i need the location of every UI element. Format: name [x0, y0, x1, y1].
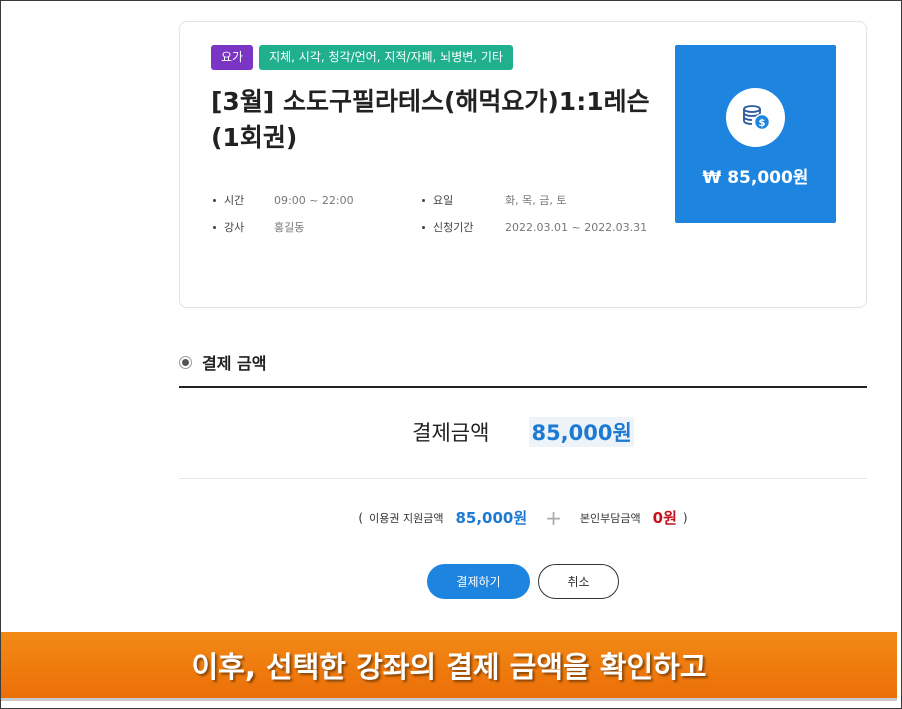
info-value: 화, 목, 금, 토: [505, 194, 567, 207]
row-divider: [179, 478, 867, 479]
info-label: 신청기간: [433, 221, 474, 234]
info-label: 강사: [224, 221, 245, 234]
info-instructor: 강사 홍길동: [213, 219, 304, 235]
total-amount-label: 결제금액: [412, 421, 490, 445]
course-title: [3월] 소도구필라테스(해먹요가)1:1레슨(1회권): [211, 87, 650, 152]
self-pay-value: 0원: [652, 509, 677, 527]
bullet: [422, 225, 425, 229]
info-period: 신청기간 2022.03.01 ~ 2022.03.31: [422, 219, 647, 235]
bullet: [213, 198, 216, 202]
self-pay-label: 본인부담금액: [579, 511, 641, 525]
plus-icon: +: [545, 505, 562, 530]
info-days: 요일 화, 목, 금, 토: [422, 192, 566, 208]
voucher-amount-value: 85,000원: [455, 509, 528, 527]
info-label: 시간: [224, 194, 245, 207]
course-card: 요가 지체, 시각, 청각/언어, 지적/자폐, 뇌병변, 기타 [3월] 소도…: [179, 21, 867, 308]
info-time: 시간 09:00 ~ 22:00: [213, 192, 354, 208]
voucher-amount-label: 이용권 지원금액: [369, 511, 444, 525]
badge-group: 요가 지체, 시각, 청각/언어, 지적/자폐, 뇌병변, 기타: [211, 45, 514, 70]
section-title: 결제 금액: [202, 354, 267, 373]
info-value: 홍길동: [274, 221, 305, 234]
info-value: 2022.03.01 ~ 2022.03.31: [505, 220, 648, 234]
close-paren: ): [682, 510, 688, 525]
bullet: [213, 225, 216, 229]
open-paren: (: [358, 510, 364, 525]
cancel-button[interactable]: 취소: [538, 564, 619, 599]
amount-breakdown: ( 이용권 지원금액 85,000원 + 본인부담금액 0원 ): [179, 507, 867, 528]
category-badge-yoga: 요가: [211, 45, 254, 70]
total-amount-row: 결제금액 85,000원: [179, 417, 867, 447]
info-value: 09:00 ~ 22:00: [274, 193, 354, 207]
radio-bullet-icon: [179, 355, 192, 369]
course-price: ₩ 85,000원: [702, 168, 809, 188]
subtitle-caption: 이후, 선택한 강좌의 결제 금액을 확인하고: [1, 632, 897, 701]
price-box: $ ₩ 85,000원: [675, 45, 836, 223]
bullet: [422, 198, 425, 202]
coins-icon: $: [726, 88, 785, 147]
disability-type-badge: 지체, 시각, 청각/언어, 지적/자폐, 뇌병변, 기타: [259, 45, 514, 70]
svg-text:$: $: [759, 118, 766, 129]
payment-section-header: 결제 금액: [179, 350, 266, 374]
pay-button[interactable]: 결제하기: [427, 564, 530, 599]
section-divider: [179, 386, 867, 388]
total-amount-value: 85,000원: [529, 417, 634, 447]
info-label: 요일: [433, 194, 454, 207]
